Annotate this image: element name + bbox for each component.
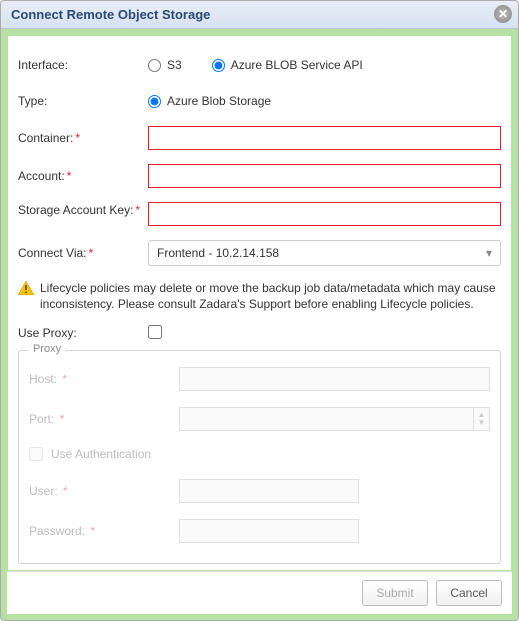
close-button[interactable]: ✕ [494,5,512,23]
close-icon: ✕ [498,8,508,20]
proxy-port-spinner: ▲ ▼ [179,407,490,431]
connect-via-label: Connect Via:* [18,245,148,261]
required-marker: * [89,246,94,260]
proxy-host-field [179,367,490,391]
titlebar: Connect Remote Object Storage ✕ [1,1,518,29]
container-label: Container:* [18,130,148,146]
warning-icon [18,281,34,295]
storage-key-field [148,202,501,226]
radio-s3-label: S3 [167,58,182,72]
row-proxy-host: Host: * [29,367,490,391]
warning-text: Lifecycle policies may delete or move th… [40,280,501,312]
radio-type-input[interactable] [148,95,161,108]
row-type: Type: Azure Blob Storage [18,90,501,112]
proxy-port-field: ▲ ▼ [179,407,490,431]
warning-row: Lifecycle policies may delete or move th… [18,280,501,312]
proxy-port-value [180,408,473,430]
container-field [148,126,501,150]
proxy-user-input [179,479,359,503]
cancel-button[interactable]: Cancel [436,580,502,606]
submit-button[interactable]: Submit [362,580,428,606]
row-proxy-port: Port: * ▲ ▼ [29,407,490,431]
container-input[interactable] [148,126,501,150]
proxy-host-label: Host: * [29,372,179,386]
dialog-connect-remote-object-storage: Connect Remote Object Storage ✕ Interfac… [0,0,519,621]
radio-s3-input[interactable] [148,59,161,72]
radio-azure-label: Azure BLOB Service API [231,58,363,72]
row-proxy-user: User: * [29,479,490,503]
interface-label: Interface: [18,57,148,73]
required-marker: * [60,412,65,426]
type-label: Type: [18,93,148,109]
use-auth-label: Use Authentication [51,447,151,461]
storage-key-input[interactable] [148,202,501,226]
required-marker: * [63,484,68,498]
radio-azure[interactable]: Azure BLOB Service API [212,58,363,72]
dialog-body: Interface: S3 Azure BLOB Service API Typ… [7,35,512,571]
radio-s3[interactable]: S3 [148,58,182,72]
radio-azure-input[interactable] [212,59,225,72]
chevron-down-icon: ▾ [486,246,492,260]
type-radio-group: Azure Blob Storage [148,94,501,108]
storage-key-label: Storage Account Key:* [18,202,148,218]
row-proxy-password: Password: * [29,519,490,543]
row-storage-key: Storage Account Key:* [18,202,501,226]
proxy-port-label: Port: * [29,412,179,426]
proxy-password-field [179,519,359,543]
proxy-host-input [179,367,490,391]
connect-via-value: Frontend - 10.2.14.158 [157,246,279,260]
required-marker: * [75,131,80,145]
account-label: Account:* [18,168,148,184]
chevron-down-icon: ▼ [478,419,486,427]
required-marker: * [135,203,140,217]
use-proxy-field [148,325,501,342]
required-marker: * [90,524,95,538]
account-input[interactable] [148,164,501,188]
row-account: Account:* [18,164,501,188]
row-use-proxy: Use Proxy: [18,322,501,344]
row-container: Container:* [18,126,501,150]
proxy-password-input [179,519,359,543]
proxy-fieldset: Proxy Host: * Port: * ▲ ▼ [18,350,501,564]
proxy-legend: Proxy [29,343,65,355]
use-proxy-label: Use Proxy: [18,325,148,341]
use-proxy-checkbox[interactable] [148,325,162,339]
dialog-title: Connect Remote Object Storage [11,7,210,22]
use-auth-checkbox [29,447,43,461]
dialog-footer: Submit Cancel [7,571,512,614]
spinner-arrows: ▲ ▼ [473,408,489,430]
required-marker: * [62,372,67,386]
proxy-user-label: User: * [29,484,179,498]
interface-radio-group: S3 Azure BLOB Service API [148,58,501,72]
radio-type-label: Azure Blob Storage [167,94,271,108]
proxy-user-field [179,479,359,503]
dialog-body-outer: Interface: S3 Azure BLOB Service API Typ… [1,29,518,620]
radio-azure-blob-storage[interactable]: Azure Blob Storage [148,94,271,108]
connect-via-combo[interactable]: Frontend - 10.2.14.158 ▾ [148,240,501,266]
proxy-password-label: Password: * [29,524,179,538]
required-marker: * [67,169,72,183]
row-connect-via: Connect Via:* Frontend - 10.2.14.158 ▾ [18,240,501,266]
account-field [148,164,501,188]
row-use-auth: Use Authentication [29,447,490,461]
row-interface: Interface: S3 Azure BLOB Service API [18,54,501,76]
connect-via-field: Frontend - 10.2.14.158 ▾ [148,240,501,266]
